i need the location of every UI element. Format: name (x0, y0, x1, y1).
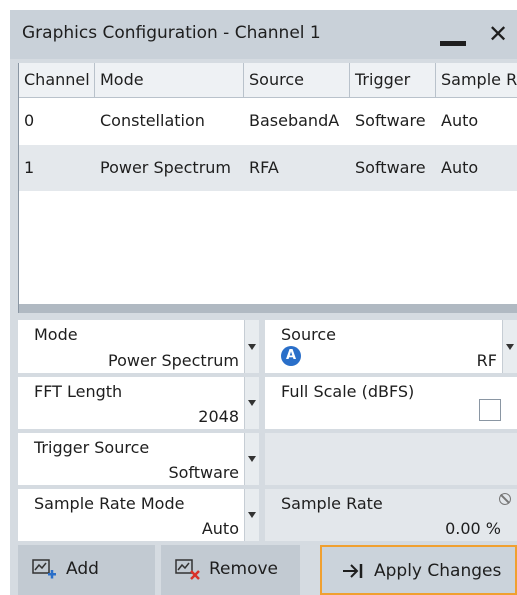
dialog-title: Graphics Configuration - Channel 1 (22, 23, 321, 43)
fft-length-select[interactable]: FFT Length 2048 (18, 377, 259, 429)
full-scale-label: Full Scale (dBFS) (281, 382, 415, 401)
sample-rate-field: Sample Rate 0.00 % (265, 489, 517, 541)
column-header-mode[interactable]: Mode (95, 63, 244, 97)
chevron-down-icon (244, 320, 259, 373)
chevron-down-icon (244, 377, 259, 429)
mode-value: Power Spectrum (108, 351, 239, 370)
source-value: RF (476, 351, 497, 370)
disabled-icon (499, 493, 511, 505)
source-select[interactable]: Source A RF (265, 320, 517, 373)
sample-rate-label: Sample Rate (281, 494, 383, 513)
table-header: Channel Mode Source Trigger Sample R (19, 63, 517, 98)
remove-graph-icon (175, 559, 200, 580)
sample-rate-mode-select[interactable]: Sample Rate Mode Auto (18, 489, 259, 541)
add-graph-icon (32, 559, 56, 579)
cell-sample-rate: Auto (441, 158, 479, 177)
apply-arrow-icon (343, 564, 363, 578)
mode-select[interactable]: Mode Power Spectrum (18, 320, 259, 373)
cell-mode: Power Spectrum (100, 158, 231, 177)
mode-label: Mode (34, 325, 78, 344)
source-a-badge-icon: A (281, 346, 301, 366)
cell-source: BasebandA (249, 111, 340, 130)
sample-rate-mode-value: Auto (201, 519, 239, 538)
cell-sample-rate: Auto (441, 111, 479, 130)
cell-source: RFA (249, 158, 279, 177)
chevron-down-icon (502, 320, 517, 373)
trigger-source-label: Trigger Source (34, 438, 150, 457)
cell-trigger: Software (355, 158, 426, 177)
close-button[interactable]: ✕ (484, 20, 512, 48)
title-bar: Graphics Configuration - Channel 1 ✕ (10, 10, 517, 59)
column-header-channel[interactable]: Channel (19, 63, 95, 97)
close-icon: ✕ (487, 20, 509, 48)
cell-trigger: Software (355, 111, 426, 130)
column-header-trigger[interactable]: Trigger (350, 63, 436, 97)
table-row[interactable]: 0 Constellation BasebandA Software Auto (19, 98, 517, 144)
sample-rate-value: 0.00 % (445, 519, 501, 538)
chevron-down-icon (244, 433, 259, 485)
full-scale-field: Full Scale (dBFS) (265, 377, 517, 429)
trigger-source-value: Software (168, 463, 239, 482)
minimize-button[interactable] (438, 24, 468, 50)
apply-changes-label: Apply Changes (374, 561, 502, 581)
empty-panel (265, 433, 517, 485)
remove-label: Remove (209, 559, 278, 579)
graphics-configuration-dialog: Graphics Configuration - Channel 1 ✕ Cha… (10, 10, 517, 595)
add-label: Add (66, 559, 99, 579)
cell-channel: 1 (24, 158, 35, 177)
cell-channel: 0 (24, 111, 35, 130)
fft-length-label: FFT Length (34, 382, 123, 401)
column-header-source[interactable]: Source (244, 63, 350, 97)
trigger-source-select[interactable]: Trigger Source Software (18, 433, 259, 485)
minimize-icon (440, 41, 466, 46)
fft-length-value: 2048 (198, 407, 239, 426)
chevron-down-icon (244, 489, 259, 541)
channel-table: Channel Mode Source Trigger Sample R 0 C… (18, 63, 517, 313)
horizontal-scrollbar[interactable] (19, 304, 517, 313)
apply-changes-button[interactable]: Apply Changes (320, 545, 517, 595)
add-button[interactable]: Add (18, 545, 155, 595)
column-header-sample-rate[interactable]: Sample R (436, 63, 517, 97)
remove-button[interactable]: Remove (161, 545, 300, 595)
source-label: Source (281, 325, 336, 344)
cell-mode: Constellation (100, 111, 205, 130)
full-scale-checkbox[interactable] (479, 399, 501, 421)
table-row-selected[interactable]: 1 Power Spectrum RFA Software Auto (19, 145, 517, 191)
sample-rate-mode-label: Sample Rate Mode (34, 494, 185, 513)
